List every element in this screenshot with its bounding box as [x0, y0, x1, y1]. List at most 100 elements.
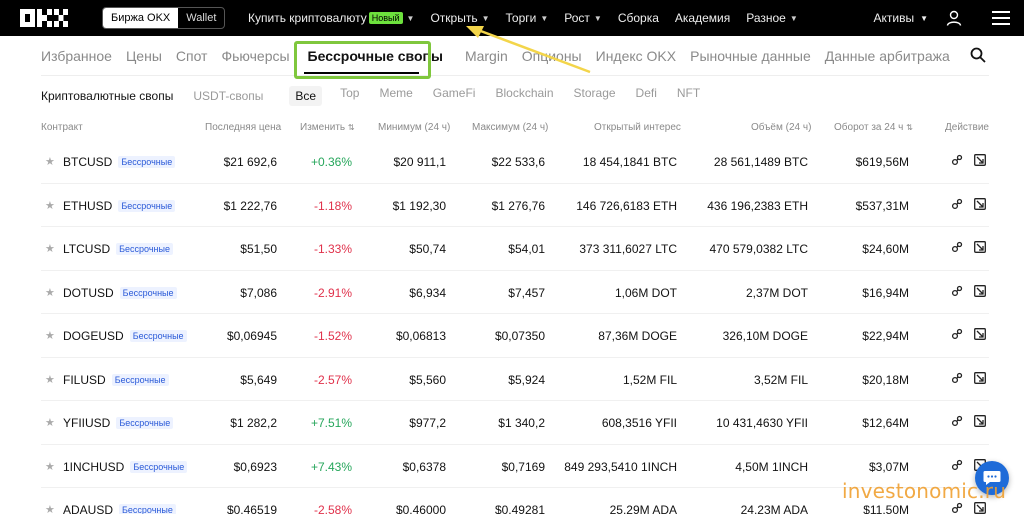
th-open-interest[interactable]: Открытый интерес	[594, 122, 681, 133]
th-high[interactable]: Максимум (24 ч)	[472, 122, 548, 133]
perpetual-tag: Бессрочные	[118, 199, 176, 212]
open-chart-icon[interactable]	[974, 154, 986, 166]
open-chart-icon[interactable]	[974, 502, 986, 514]
cell-volume: 2,37M DOT	[745, 285, 808, 300]
table-row[interactable]: ★ LTCUSD Бессрочные $51,50 -1.33% $50,74 $54,0…	[41, 227, 989, 271]
table-row[interactable]: ★ DOTUSD Бессрочные $7,086 -2.91% $6,934 $7,45…	[41, 271, 989, 314]
filter-top[interactable]: Top	[340, 86, 359, 106]
chevron-down-icon: ▼	[540, 13, 549, 23]
star-icon[interactable]: ★	[45, 373, 55, 386]
th-last-price[interactable]: Последняя цена	[205, 122, 281, 133]
tab-category-0[interactable]: Избранное	[41, 48, 112, 64]
filter-blockchain[interactable]: Blockchain	[495, 86, 553, 106]
contract-cell[interactable]: LTCUSD Бессрочные	[63, 242, 173, 256]
tab-category-6[interactable]: Опционы	[522, 48, 582, 64]
trade-settings-icon[interactable]	[951, 198, 963, 210]
hamburger-menu-icon[interactable]	[992, 11, 1010, 25]
star-icon[interactable]: ★	[45, 286, 55, 299]
exchange-toggle[interactable]: Биржа OKX	[103, 8, 179, 28]
th-turnover[interactable]: Оборот за 24 ч ⇅	[834, 122, 913, 133]
nav-item-0[interactable]: Купить криптовалюту Новый ▼	[248, 11, 414, 25]
cell-price: $0,06945	[226, 329, 277, 343]
open-chart-icon[interactable]	[974, 328, 986, 340]
nav-item-5[interactable]: Академия	[675, 11, 730, 25]
contract-cell[interactable]: ETHUSD Бессрочные	[63, 198, 176, 213]
contract-cell[interactable]: DOTUSD Бессрочные	[63, 286, 177, 300]
trade-settings-icon[interactable]	[951, 285, 963, 297]
open-chart-icon[interactable]	[974, 197, 986, 210]
filter-nft[interactable]: NFT	[677, 86, 700, 106]
th-contract[interactable]: Контракт	[41, 122, 83, 133]
nav-item-3[interactable]: Рост ▼	[564, 11, 602, 25]
trade-settings-icon[interactable]	[951, 459, 963, 471]
star-icon[interactable]: ★	[45, 460, 55, 473]
okx-logo[interactable]	[20, 9, 68, 27]
contract-cell[interactable]: YFIIUSD Бессрочные	[63, 416, 174, 430]
user-icon[interactable]	[946, 10, 962, 26]
search-icon[interactable]	[970, 47, 986, 63]
tab-category-5[interactable]: Margin	[465, 48, 508, 64]
tab-usdt-swaps[interactable]: USDT-свопы	[193, 89, 263, 103]
star-icon[interactable]: ★	[45, 199, 55, 212]
table-row[interactable]: ★ ETHUSD Бессрочные $1 222,76 -1.18% $1 192,3…	[41, 184, 989, 227]
th-change[interactable]: Изменить ⇅	[300, 122, 355, 133]
nav-item-1[interactable]: Открыть ▼	[430, 11, 489, 25]
open-chart-icon[interactable]	[974, 284, 986, 297]
nav-item-4[interactable]: Сборка	[618, 11, 659, 25]
cell-volume: 10 431,4630 YFII	[716, 416, 808, 430]
contract-symbol: DOTUSD	[63, 285, 114, 300]
star-icon[interactable]: ★	[45, 503, 55, 514]
star-icon[interactable]: ★	[45, 242, 55, 255]
trade-settings-icon[interactable]	[951, 502, 963, 514]
tab-category-2[interactable]: Спот	[176, 48, 208, 64]
tab-category-1[interactable]: Цены	[126, 48, 162, 64]
nav-item-2[interactable]: Торги ▼	[506, 11, 549, 25]
tab-crypto-swaps[interactable]: Криптовалютные свопы	[41, 89, 173, 103]
filter-storage[interactable]: Storage	[574, 86, 616, 106]
contract-symbol: ETHUSD	[63, 198, 113, 213]
star-icon[interactable]: ★	[45, 155, 55, 168]
cell-change: -2.58%	[313, 503, 352, 514]
trade-settings-icon[interactable]	[951, 328, 963, 340]
open-chart-icon[interactable]	[974, 241, 986, 253]
wallet-toggle[interactable]: Wallet	[178, 8, 224, 28]
sub-tabs: Криптовалютные свопы USDT-свопы Все Top Me…	[41, 84, 720, 108]
trade-settings-icon[interactable]	[951, 241, 963, 253]
star-icon[interactable]: ★	[45, 416, 55, 429]
nav-item-6[interactable]: Разное ▼	[746, 11, 798, 25]
tab-category-3[interactable]: Фьючерсы	[221, 48, 289, 64]
contract-cell[interactable]: BTCUSD Бессрочные	[63, 155, 176, 169]
tab-category-7[interactable]: Индекс OKX	[596, 48, 677, 64]
trade-settings-icon[interactable]	[951, 372, 963, 384]
th-volume[interactable]: Объём (24 ч)	[751, 122, 811, 133]
tab-category-8[interactable]: Рыночные данные	[690, 48, 811, 64]
table-row[interactable]: ★ FILUSD Бессрочные $5,649 -2.57% $5,560 $5,92…	[41, 358, 989, 401]
filter-meme[interactable]: Meme	[379, 86, 412, 106]
th-action: Действие	[945, 122, 989, 133]
table-row[interactable]: ★ YFIIUSD Бессрочные $1 282,2 +7.51% $977,2 $1…	[41, 401, 989, 445]
new-badge: Новый	[368, 12, 403, 24]
contract-cell[interactable]: FILUSD Бессрочные	[63, 373, 169, 387]
open-chart-icon[interactable]	[974, 415, 986, 427]
contract-cell[interactable]: 1INCHUSD Бессрочные	[63, 460, 188, 474]
table-row[interactable]: ★ DOGEUSD Бессрочные $0,06945 -1.52% $0,06813…	[41, 314, 989, 358]
table-row[interactable]: ★ BTCUSD Бессрочные $21 692,6 +0.36% $20 911,…	[41, 140, 989, 184]
contract-cell[interactable]: DOGEUSD Бессрочные	[63, 329, 187, 343]
star-icon[interactable]: ★	[45, 329, 55, 342]
assets-menu[interactable]: Активы ▼	[873, 11, 928, 25]
tab-category-9[interactable]: Данные арбитража	[825, 48, 950, 64]
cell-high: $1 340,2	[498, 416, 545, 430]
cell-volume: 24,23M ADA	[740, 503, 808, 514]
contract-symbol: ADAUSD	[63, 503, 114, 514]
th-low[interactable]: Минимум (24 ч)	[378, 122, 450, 133]
filter-defi[interactable]: Defi	[636, 86, 657, 106]
filter-gamefi[interactable]: GameFi	[433, 86, 476, 106]
contract-cell[interactable]: ADAUSD Бессрочные	[63, 503, 176, 514]
open-chart-icon[interactable]	[974, 371, 986, 384]
trade-settings-icon[interactable]	[951, 154, 963, 166]
cell-oi: 1,06M DOT	[614, 285, 677, 300]
contract-symbol: YFIIUSD	[63, 416, 111, 430]
filter-все[interactable]: Все	[289, 86, 323, 106]
trade-settings-icon[interactable]	[951, 415, 963, 427]
contract-symbol: DOGEUSD	[63, 329, 124, 343]
